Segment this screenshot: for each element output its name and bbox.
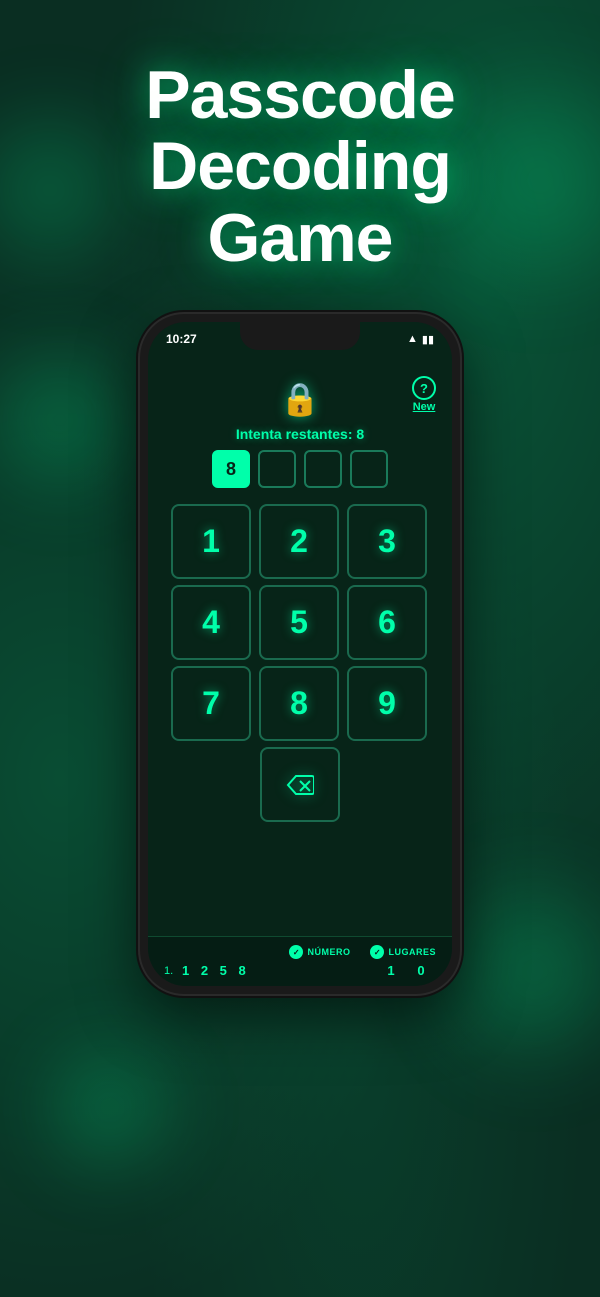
check-numero-icon: ✓ [289,945,303,959]
check-lugares-icon: ✓ [370,945,384,959]
history-panel: ✓ NÚMERO ✓ LUGARES 1. 1 2 5 8 1 [148,936,452,986]
num-button-1[interactable]: 1 [171,504,251,579]
numero-column-header: ✓ NÚMERO [289,945,350,959]
num-button-5[interactable]: 5 [259,585,339,660]
numpad: 1 2 3 4 5 6 7 8 9 [171,504,429,741]
help-circle-icon[interactable]: ? [412,376,436,400]
status-time: 10:27 [166,332,197,346]
phone-notch [240,322,360,350]
phone-screen: 10:27 ▲ ▮▮ 🔒 ? New [148,322,452,986]
row-guess-1: 1 2 5 8 [182,963,376,978]
num-button-3[interactable]: 3 [347,504,427,579]
num-button-6[interactable]: 6 [347,585,427,660]
num-button-4[interactable]: 4 [171,585,251,660]
phone-mockup: 10:27 ▲ ▮▮ 🔒 ? New [140,314,460,994]
delete-button[interactable] [260,747,340,822]
code-slots: 8 [212,450,388,488]
battery-icon: ▮▮ [422,333,434,346]
attempts-remaining: Intenta restantes: 8 [236,426,364,442]
status-icons: ▲ ▮▮ [407,333,434,346]
row-score1-1: 1 [376,963,406,978]
num-button-8[interactable]: 8 [259,666,339,741]
num-button-7[interactable]: 7 [171,666,251,741]
slot-1 [258,450,296,488]
page-title: Passcode Decoding Game [145,60,455,274]
backspace-icon [286,774,314,796]
wifi-icon: ▲ [407,333,418,345]
top-row: 🔒 ? New [164,376,436,418]
phone-outer: 10:27 ▲ ▮▮ 🔒 ? New [140,314,460,994]
num-button-2[interactable]: 2 [259,504,339,579]
num-button-9[interactable]: 9 [347,666,427,741]
history-row-1: 1. 1 2 5 8 1 0 [164,963,436,978]
help-button[interactable]: ? New [412,376,436,413]
lock-icon: 🔒 [280,380,320,418]
slot-0: 8 [212,450,250,488]
slot-2 [304,450,342,488]
delete-row [171,747,429,822]
new-label[interactable]: New [413,401,436,413]
lugares-column-header: ✓ LUGARES [370,945,436,959]
slot-3 [350,450,388,488]
history-header: ✓ NÚMERO ✓ LUGARES [164,945,436,959]
row-score2-1: 0 [406,963,436,978]
page-content: Passcode Decoding Game 10:27 ▲ ▮▮ 🔒 [0,0,600,1297]
app-content: 🔒 ? New Intenta restantes: 8 8 [148,366,452,986]
row-index-1: 1. [164,965,182,977]
